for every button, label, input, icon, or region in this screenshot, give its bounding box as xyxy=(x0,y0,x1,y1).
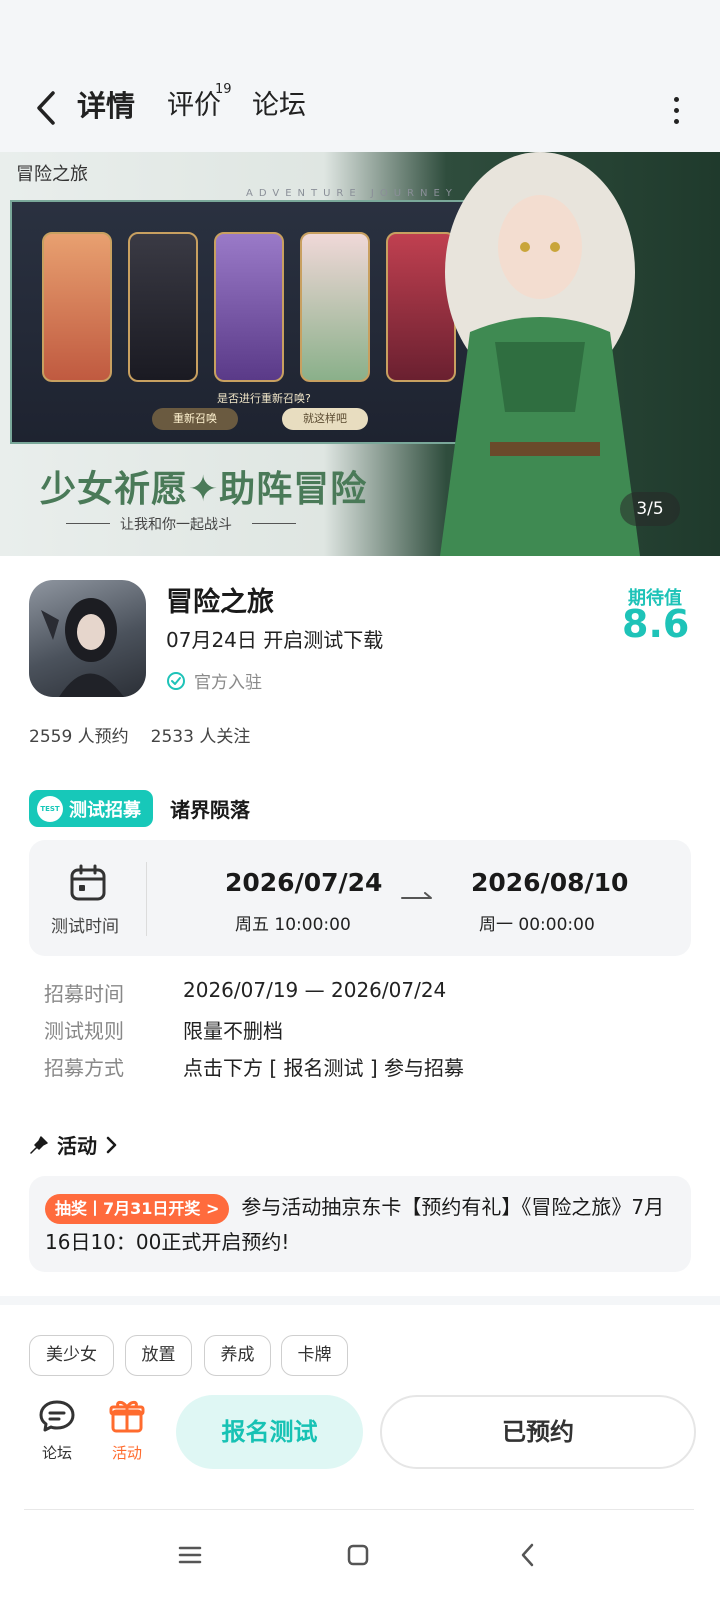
game-stats: 2559 人预约 2533 人关注 xyxy=(29,722,250,747)
reservation-count: 2559 人预约 xyxy=(29,727,129,747)
register-test-button[interactable]: 报名测试 xyxy=(176,1395,363,1469)
more-dot-icon xyxy=(673,107,679,113)
recruit-title: 诸界陨落 xyxy=(170,798,250,822)
forum-shortcut[interactable]: 论坛 xyxy=(32,1398,82,1463)
tag-chip[interactable]: 养成 xyxy=(204,1335,271,1376)
banner-resummon-label: 重新召唤 xyxy=(152,408,238,430)
expectation-score: 8.6 xyxy=(622,602,690,646)
info-value: 限量不删档 xyxy=(183,1019,283,1043)
lottery-tag: 抽奖丨7月31日开奖 > xyxy=(45,1193,230,1224)
activity-section-header[interactable]: 活动 xyxy=(29,1130,117,1159)
banner-slogan: 少女祈愿✦助阵冒险 xyxy=(40,469,368,510)
verified-label: 官方入驻 xyxy=(194,673,262,693)
game-icon-art xyxy=(41,598,124,697)
back-arrow-icon xyxy=(521,1543,534,1567)
test-rule-row: 测试规则 限量不删档 xyxy=(44,1015,283,1044)
more-dot-icon xyxy=(673,118,679,124)
tab-review[interactable]: 评价 xyxy=(167,86,221,126)
tab-forum-label: 论坛 xyxy=(252,90,306,121)
tab-review-label: 评价 xyxy=(167,90,221,121)
info-key: 测试规则 xyxy=(44,1019,124,1043)
character-card xyxy=(42,232,112,382)
back-button[interactable] xyxy=(26,84,66,132)
tag-chip[interactable]: 卡牌 xyxy=(281,1335,348,1376)
more-options-button[interactable] xyxy=(656,90,696,130)
section-divider xyxy=(0,1296,720,1305)
arrow-right-icon xyxy=(401,892,432,899)
test-end-time: 周一 00:00:00 xyxy=(479,915,595,935)
info-value: 点击下方 [ 报名测试 ] 参与招募 xyxy=(183,1056,465,1080)
banner-prompt: 是否进行重新召唤? xyxy=(217,392,311,405)
gift-icon xyxy=(109,1400,145,1433)
home-square-icon xyxy=(347,1544,369,1566)
character-card xyxy=(214,232,284,382)
screenshot-carousel[interactable]: 冒险之旅 ADVENTURE JOURNEY 是否进行重新召唤? 重新召唤 就这… xyxy=(0,152,720,556)
chevron-right-icon xyxy=(106,1136,117,1153)
test-end-date: 2026/08/10 xyxy=(471,868,629,897)
tab-detail[interactable]: 详情 xyxy=(75,86,138,128)
nav-home-button[interactable] xyxy=(328,1532,388,1578)
forum-label: 论坛 xyxy=(41,1444,72,1462)
recruit-method-row: 招募方式 点击下方 [ 报名测试 ] 参与招募 xyxy=(44,1052,464,1081)
review-count-badge: 19 xyxy=(215,82,232,97)
activity-shortcut[interactable]: 活动 xyxy=(102,1398,152,1463)
character-card xyxy=(128,232,198,382)
banner-logo: 冒险之旅 xyxy=(16,164,88,185)
pin-icon xyxy=(30,1135,48,1154)
info-value: 2026/07/19 — 2026/07/24 xyxy=(183,978,447,1002)
game-app-icon xyxy=(29,580,146,697)
info-key: 招募时间 xyxy=(44,982,124,1006)
character-card xyxy=(300,232,370,382)
release-info: 07月24日 开启测试下载 xyxy=(166,628,384,652)
info-key: 招募方式 xyxy=(44,1056,124,1080)
more-dot-icon xyxy=(673,96,679,102)
recruit-time-row: 招募时间 2026/07/19 — 2026/07/24 xyxy=(44,978,446,1007)
test-recruit-label: 测试招募 xyxy=(69,799,141,821)
test-icon: TEST xyxy=(37,795,63,822)
check-circle-icon xyxy=(167,671,185,690)
banner-confirm-label: 就这样吧 xyxy=(282,408,368,430)
activity-header-label: 活动 xyxy=(57,1134,97,1158)
menu-icon xyxy=(178,1546,202,1564)
test-time-card: 测试时间 2026/07/24 周五 10:00:00 2026/08/10 周… xyxy=(29,840,691,956)
decorative-line xyxy=(66,523,110,524)
tab-forum[interactable]: 论坛 xyxy=(252,86,306,126)
chevron-left-icon xyxy=(37,91,55,125)
test-start-date: 2026/07/24 xyxy=(225,868,383,897)
calendar-icon xyxy=(70,864,106,901)
divider xyxy=(146,862,147,936)
tab-detail-label: 详情 xyxy=(77,89,136,123)
decorative-line xyxy=(252,523,296,524)
carousel-counter: 3/5 xyxy=(620,492,680,526)
header-bar xyxy=(0,0,720,152)
test-time-label: 测试时间 xyxy=(51,917,119,937)
nav-back-button[interactable] xyxy=(498,1532,558,1578)
tag-chip[interactable]: 放置 xyxy=(125,1335,192,1376)
nav-divider xyxy=(24,1509,694,1510)
tag-chip[interactable]: 美少女 xyxy=(29,1335,114,1376)
activity-card[interactable]: 抽奖丨7月31日开奖 > 参与活动抽京东卡【预约有礼】《冒险之旅》7月16日10：… xyxy=(29,1176,691,1272)
nav-menu-button[interactable] xyxy=(160,1532,220,1578)
official-verified-badge: 官方入驻 xyxy=(166,668,262,693)
activity-label: 活动 xyxy=(111,1444,142,1462)
game-title: 冒险之旅 xyxy=(166,587,274,618)
test-start-time: 周五 10:00:00 xyxy=(235,915,351,935)
banner-subslogan: 让我和你一起战斗 xyxy=(120,517,232,533)
follower-count: 2533 人关注 xyxy=(150,727,251,747)
reserved-button[interactable]: 已预约 xyxy=(380,1395,696,1469)
forum-chat-icon xyxy=(39,1400,75,1432)
test-recruit-badge: TEST 测试招募 xyxy=(29,790,153,827)
